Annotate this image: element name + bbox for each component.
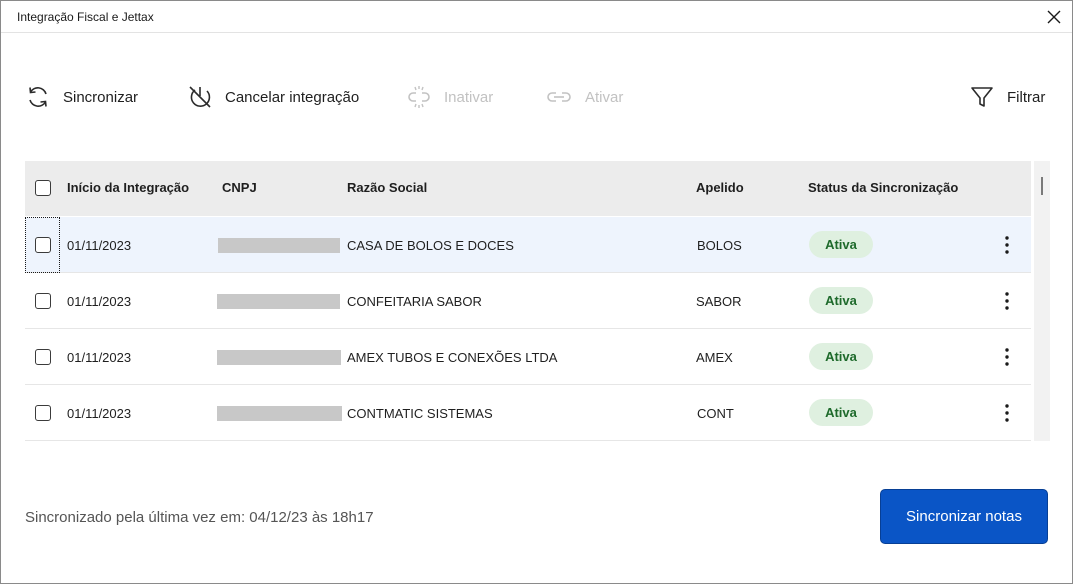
column-header-start[interactable]: Início da Integração xyxy=(67,180,189,195)
more-vertical-icon xyxy=(1005,292,1009,310)
table-row[interactable]: 01/11/2023 AMEX TUBOS E CONEXÕES LTDA AM… xyxy=(25,329,1031,385)
row-start-date: 01/11/2023 xyxy=(67,350,132,365)
integration-table: Início da Integração CNPJ Razão Social A… xyxy=(25,161,1031,441)
sync-label: Sincronizar xyxy=(63,88,139,106)
filter-button[interactable]: Filtrar xyxy=(969,81,1045,113)
column-header-razao-social[interactable]: Razão Social xyxy=(347,180,427,195)
inactivate-button[interactable]: Inativar xyxy=(406,81,493,113)
table-row[interactable]: 01/11/2023 CONFEITARIA SABOR SABOR Ativa xyxy=(25,273,1031,329)
scrollbar-thumb[interactable] xyxy=(1041,177,1043,195)
cnpj-redacted xyxy=(217,294,340,309)
more-vertical-icon xyxy=(1005,404,1009,422)
column-header-status[interactable]: Status da Sincronização xyxy=(808,180,958,195)
row-apelido: SABOR xyxy=(696,294,742,309)
more-vertical-icon xyxy=(1005,348,1009,366)
close-icon xyxy=(1047,10,1061,24)
cnpj-redacted xyxy=(218,238,340,253)
cnpj-redacted xyxy=(217,406,342,421)
status-badge: Ativa xyxy=(809,231,873,258)
last-sync-text: Sincronizado pela última vez em: 04/12/2… xyxy=(25,509,374,526)
cancel-sync-icon xyxy=(189,86,211,108)
row-start-date: 01/11/2023 xyxy=(67,238,132,253)
activate-button[interactable]: Ativar xyxy=(545,81,623,113)
row-start-date: 01/11/2023 xyxy=(67,406,132,421)
sync-notes-button[interactable]: Sincronizar notas xyxy=(880,489,1048,544)
status-badge: Ativa xyxy=(809,399,873,426)
unlink-icon xyxy=(408,86,430,108)
close-button[interactable] xyxy=(1042,5,1066,29)
row-razao-social: CONFEITARIA SABOR xyxy=(347,294,482,309)
select-all-checkbox[interactable] xyxy=(35,180,51,196)
title-bar: Integração Fiscal e Jettax xyxy=(1,1,1072,33)
window-title: Integração Fiscal e Jettax xyxy=(17,10,154,24)
filter-icon xyxy=(971,87,993,107)
column-header-apelido[interactable]: Apelido xyxy=(696,180,744,195)
row-razao-social: AMEX TUBOS E CONEXÕES LTDA xyxy=(347,350,558,365)
row-apelido: AMEX xyxy=(696,350,733,365)
more-vertical-icon xyxy=(1005,236,1009,254)
row-checkbox[interactable] xyxy=(35,349,51,365)
row-razao-social: CONTMATIC SISTEMAS xyxy=(347,406,493,421)
row-more-button[interactable] xyxy=(997,235,1017,255)
status-badge: Ativa xyxy=(809,287,873,314)
inactivate-label: Inativar xyxy=(444,88,494,106)
table-row[interactable]: 01/11/2023 CONTMATIC SISTEMAS CONT Ativa xyxy=(25,385,1031,441)
cnpj-redacted xyxy=(217,350,341,365)
row-razao-social: CASA DE BOLOS E DOCES xyxy=(347,238,514,253)
sync-button[interactable]: Sincronizar xyxy=(25,81,138,113)
row-checkbox[interactable] xyxy=(35,293,51,309)
vertical-scrollbar[interactable] xyxy=(1034,161,1050,441)
row-checkbox[interactable] xyxy=(35,237,51,253)
table-row[interactable]: 01/11/2023 CASA DE BOLOS E DOCES BOLOS A… xyxy=(25,217,1031,273)
activate-label: Ativar xyxy=(585,88,624,106)
cancel-integration-label: Cancelar integração xyxy=(225,88,360,106)
row-more-button[interactable] xyxy=(997,291,1017,311)
filter-label: Filtrar xyxy=(1007,88,1046,106)
link-icon xyxy=(547,92,571,102)
row-apelido: CONT xyxy=(697,406,734,421)
row-checkbox[interactable] xyxy=(35,405,51,421)
table-header: Início da Integração CNPJ Razão Social A… xyxy=(25,161,1031,216)
dialog-window: Integração Fiscal e Jettax Sincronizar C… xyxy=(0,0,1073,584)
row-more-button[interactable] xyxy=(997,347,1017,367)
row-start-date: 01/11/2023 xyxy=(67,294,132,309)
row-more-button[interactable] xyxy=(997,403,1017,423)
toolbar: Sincronizar Cancelar integração Inativar xyxy=(1,81,1072,113)
status-badge: Ativa xyxy=(809,343,873,370)
row-apelido: BOLOS xyxy=(697,238,742,253)
cancel-integration-button[interactable]: Cancelar integração xyxy=(187,81,359,113)
sync-icon xyxy=(29,87,47,107)
column-header-cnpj[interactable]: CNPJ xyxy=(222,180,257,195)
